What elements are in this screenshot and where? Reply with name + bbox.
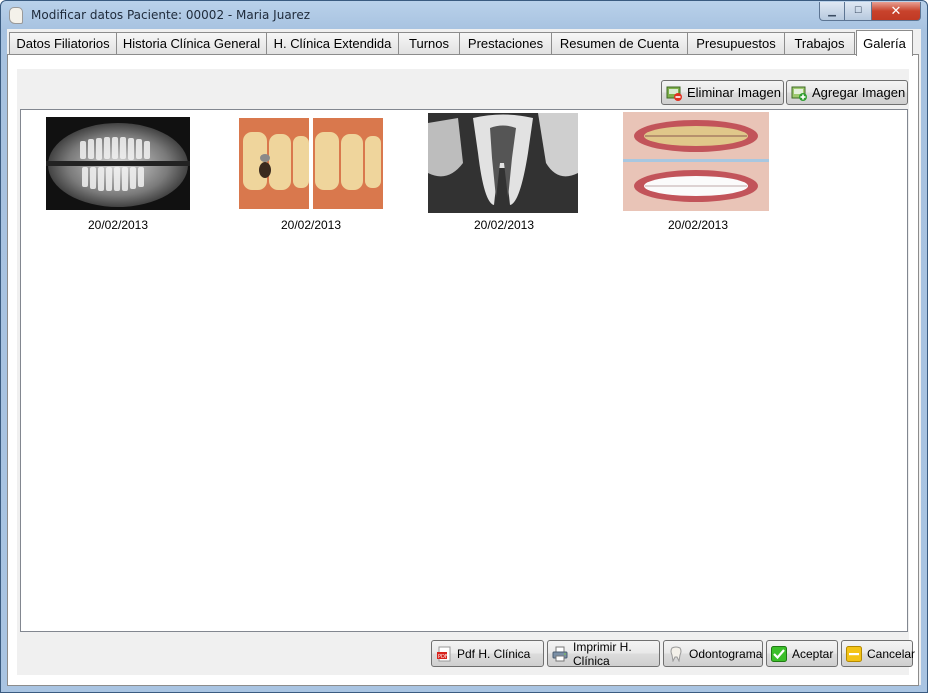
- pdf-h-clinica-label: Pdf H. Clínica: [457, 646, 531, 661]
- aceptar-label: Aceptar: [792, 646, 834, 661]
- dialog-window: Modificar datos Paciente: 00002 - Maria …: [0, 0, 928, 693]
- galeria-panel: Eliminar Imagen Agregar Imagen 20/02/201…: [7, 54, 919, 686]
- image-date: 20/02/2013: [87, 218, 149, 232]
- tab-datos-filiatorios[interactable]: Datos Filiatorios: [9, 32, 117, 54]
- svg-text:PDF: PDF: [438, 654, 448, 660]
- tab-prestaciones[interactable]: Prestaciones: [459, 32, 552, 54]
- add-image-label: Agregar Imagen: [812, 85, 906, 100]
- minimize-button[interactable]: ▁: [819, 2, 845, 21]
- molar-filling-image: [239, 118, 383, 209]
- gallery-group: Eliminar Imagen Agregar Imagen 20/02/201…: [17, 69, 915, 675]
- tab-presupuestos[interactable]: Presupuestos: [687, 32, 785, 54]
- tab-trabajos[interactable]: Trabajos: [784, 32, 855, 54]
- cancelar-button[interactable]: Cancelar: [841, 640, 916, 667]
- panoramic-xray-image: [46, 117, 190, 210]
- close-button[interactable]: ✕: [871, 2, 921, 21]
- checkmark-icon: [771, 645, 787, 662]
- gallery-item[interactable]: 20/02/2013: [621, 110, 821, 240]
- image-date: 20/02/2013: [667, 218, 729, 232]
- printer-icon: [552, 646, 568, 661]
- tab-h-clinica-extendida[interactable]: H. Clínica Extendida: [266, 32, 399, 54]
- tooth-app-icon: [9, 7, 23, 24]
- add-image-icon: [791, 86, 807, 101]
- cancelar-label: Cancelar: [867, 646, 916, 661]
- pdf-h-clinica-button[interactable]: PDF Pdf H. Clínica: [431, 640, 544, 667]
- title-bar[interactable]: Modificar datos Paciente: 00002 - Maria …: [1, 1, 927, 29]
- periapical-xray-image: [428, 113, 578, 213]
- gallery-item[interactable]: 20/02/2013: [221, 110, 421, 240]
- image-gallery-list[interactable]: 20/02/2013 20/02/2013 20/02/2013 20/02/2…: [20, 109, 908, 632]
- tab-historia-clinica-general[interactable]: Historia Clínica General: [116, 32, 267, 54]
- cancel-icon: [846, 645, 862, 662]
- tab-turnos[interactable]: Turnos: [398, 32, 460, 54]
- image-date: 20/02/2013: [280, 218, 342, 232]
- add-image-button[interactable]: Agregar Imagen: [786, 80, 908, 105]
- image-date: 20/02/2013: [473, 218, 535, 232]
- odontograma-label: Odontograma: [689, 646, 763, 661]
- tab-resumen-de-cuenta[interactable]: Resumen de Cuenta: [551, 32, 688, 54]
- tab-strip: Datos Filiatorios Historia Clínica Gener…: [7, 30, 921, 56]
- window-title: Modificar datos Paciente: 00002 - Maria …: [31, 8, 311, 22]
- imprimir-h-clinica-label: Imprimir H. Clínica: [573, 639, 632, 668]
- aceptar-button[interactable]: Aceptar: [766, 640, 838, 667]
- smile-whitening-image: [623, 112, 769, 211]
- delete-image-icon: [666, 86, 682, 101]
- delete-image-label: Eliminar Imagen: [687, 85, 781, 100]
- imprimir-h-clinica-button[interactable]: Imprimir H. Clínica: [547, 639, 660, 668]
- maximize-button[interactable]: ☐: [844, 2, 872, 21]
- delete-image-button[interactable]: Eliminar Imagen: [661, 80, 784, 105]
- pdf-icon: PDF: [437, 646, 451, 661]
- gallery-item[interactable]: 20/02/2013: [21, 110, 221, 240]
- tab-galeria[interactable]: Galería: [856, 30, 913, 56]
- client-area: Datos Filiatorios Historia Clínica Gener…: [7, 29, 921, 686]
- tooth-icon: [670, 646, 682, 662]
- gallery-item[interactable]: 20/02/2013: [421, 110, 621, 240]
- odontograma-button[interactable]: Odontograma: [663, 640, 763, 667]
